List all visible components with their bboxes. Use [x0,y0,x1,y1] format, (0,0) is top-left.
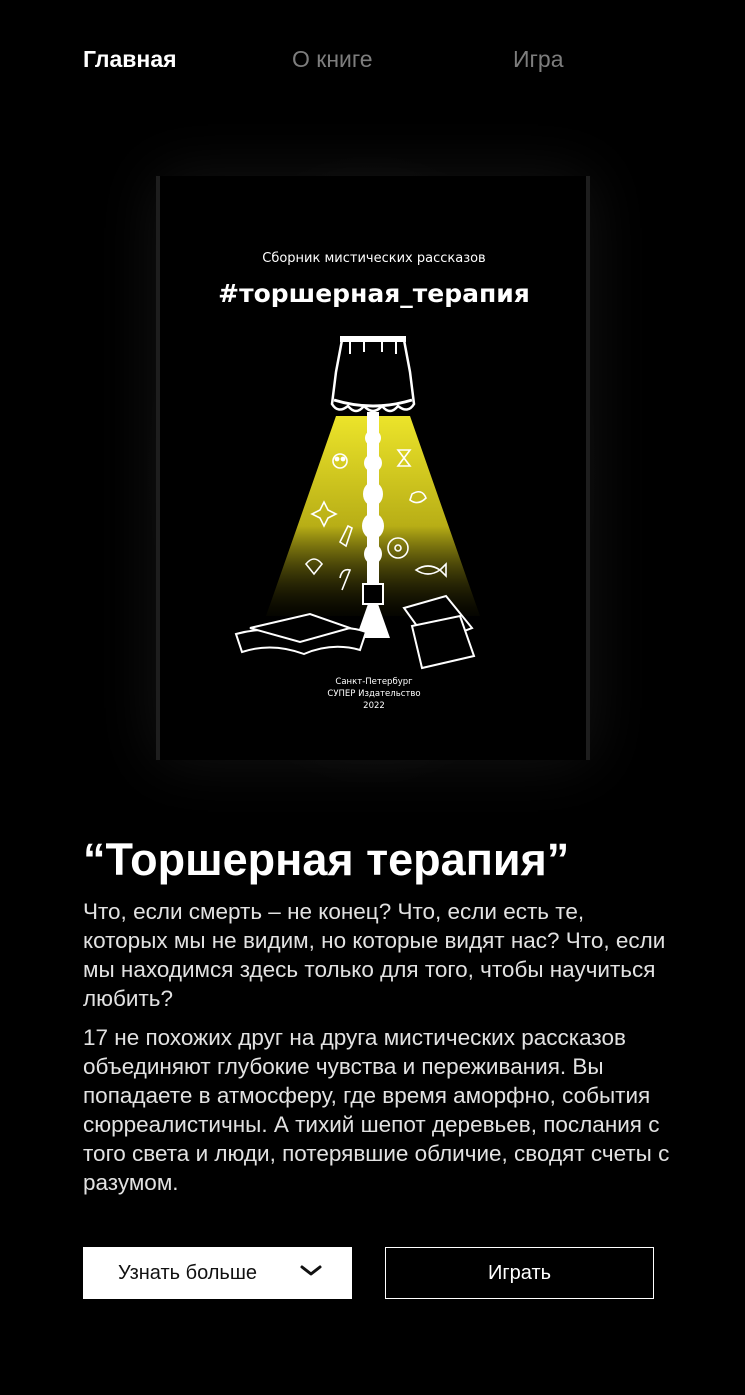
lamp-shade [330,336,416,413]
book-cover-illustration: Сборник мистических рассказов #торшерная… [160,176,586,760]
play-button[interactable]: Играть [385,1247,654,1299]
cover-year: 2022 [363,701,385,711]
book-description-paragraph: 17 не похожих друг на друга мистических … [83,1025,670,1195]
nav-item-game[interactable]: Игра [513,44,564,74]
cover-publisher: СУПЕР Издательство [327,689,420,699]
chevron-down-icon [300,1265,322,1276]
book-title: “Торшерная терапия” [83,834,570,885]
learn-more-button[interactable]: Узнать больше [83,1247,352,1299]
nav-item-home[interactable]: Главная [83,44,177,74]
book-intro-paragraph: Что, если смерть – не конец? Что, если е… [83,899,666,1011]
top-nav: Главная О книге Игра [83,44,745,74]
nav-item-about-book[interactable]: О книге [292,44,373,74]
book-cover: Сборник мистических рассказов #торшерная… [156,176,590,760]
page: Главная О книге Игра Сборник мистических… [0,0,745,1395]
learn-more-label: Узнать больше [118,1262,258,1284]
cover-hashtag: #торшерная_терапия [218,279,530,308]
cover-subtitle: Сборник мистических рассказов [262,251,485,266]
cover-city: Санкт-Петербург [335,677,413,687]
